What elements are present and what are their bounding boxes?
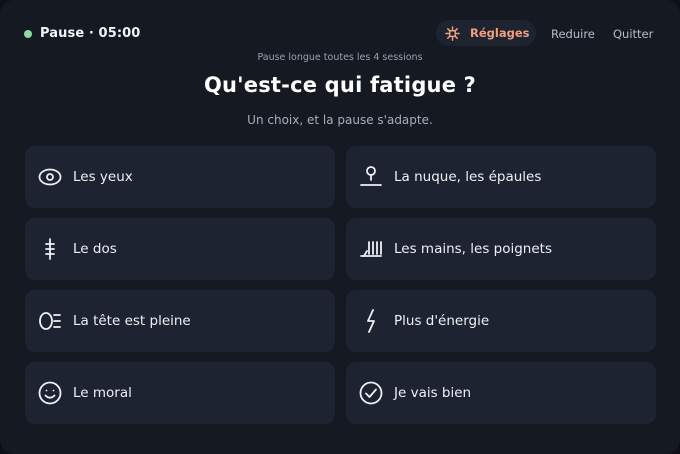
choice-hands-wrists[interactable]: Les mains, les poignets bbox=[346, 218, 656, 280]
choice-label: Les mains, les poignets bbox=[394, 241, 552, 257]
head-full-icon bbox=[38, 309, 62, 333]
sun-gear-icon bbox=[445, 25, 460, 41]
choice-label: Le moral bbox=[73, 385, 132, 401]
session-hint: Pause longue toutes les 4 sessions bbox=[257, 52, 423, 63]
choice-label: La nuque, les épaules bbox=[394, 169, 542, 185]
choice-label: Plus d'énergie bbox=[394, 313, 490, 329]
choice-back[interactable]: Le dos bbox=[25, 218, 335, 280]
pause-window: Pause · 05:00 Réglages Reduire Quitter P… bbox=[0, 0, 680, 454]
spine-icon bbox=[38, 237, 62, 261]
choice-mood[interactable]: Le moral bbox=[25, 362, 335, 424]
status-dot bbox=[24, 29, 32, 38]
page-title: Qu'est-ce qui fatigue ? bbox=[203, 73, 477, 97]
check-circle-icon bbox=[359, 381, 383, 405]
choice-feeling-fine[interactable]: Je vais bien bbox=[346, 362, 656, 424]
choice-label: Je vais bien bbox=[394, 385, 472, 401]
pause-status: Pause · 05:00 bbox=[24, 26, 140, 41]
choice-label: Les yeux bbox=[73, 169, 133, 185]
page-subtitle: Un choix, et la pause s'adapte. bbox=[247, 113, 433, 127]
quit-button[interactable]: Quitter bbox=[613, 27, 653, 41]
neck-shoulders-icon bbox=[359, 165, 383, 189]
lightning-icon bbox=[359, 309, 383, 333]
pause-timer: Pause · 05:00 bbox=[40, 26, 141, 41]
choice-eyes[interactable]: Les yeux bbox=[25, 146, 335, 208]
choice-label: Le dos bbox=[73, 241, 117, 257]
hand-icon bbox=[359, 237, 383, 261]
choice-neck-shoulders[interactable]: La nuque, les épaules bbox=[346, 146, 656, 208]
choice-head-full[interactable]: La tête est pleine bbox=[25, 290, 335, 352]
settings-button[interactable]: Réglages bbox=[436, 20, 536, 46]
choice-label: La tête est pleine bbox=[73, 313, 191, 329]
reduce-button[interactable]: Reduire bbox=[551, 27, 595, 41]
smile-icon bbox=[38, 381, 62, 405]
settings-label: Réglages bbox=[470, 26, 530, 40]
eye-icon bbox=[38, 165, 62, 189]
choice-more-energy[interactable]: Plus d'énergie bbox=[346, 290, 656, 352]
